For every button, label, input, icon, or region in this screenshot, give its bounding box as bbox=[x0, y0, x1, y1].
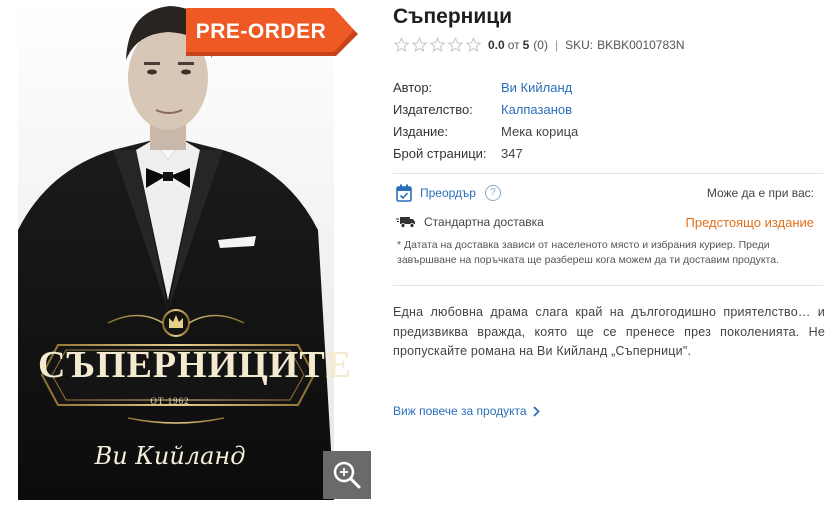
spec-row-publisher: Издателство: Калпазанов bbox=[393, 98, 578, 120]
star-icon[interactable] bbox=[411, 37, 428, 53]
sku-label: SKU: bbox=[565, 38, 594, 52]
product-title: Съперници bbox=[393, 5, 513, 28]
product-description: Една любовна драма слага край на дългого… bbox=[393, 305, 825, 358]
spec-value: Мека корица bbox=[501, 123, 579, 139]
see-more-link[interactable]: Виж повече за продукта bbox=[393, 404, 540, 418]
delivery-truck-icon bbox=[396, 217, 415, 228]
rating-value: 0.0 bbox=[488, 38, 505, 52]
rating-separator: | bbox=[554, 38, 559, 52]
publisher-link[interactable]: Калпазанов bbox=[501, 102, 572, 117]
help-icon[interactable]: ? bbox=[484, 185, 501, 201]
star-icon[interactable] bbox=[447, 37, 464, 53]
cover-subtitle-art: ОТ 1962 bbox=[150, 396, 190, 406]
spec-row-edition: Издание: Мека корица bbox=[393, 120, 578, 142]
chevron-right-icon bbox=[532, 405, 540, 417]
author-link[interactable]: Ви Кийланд bbox=[501, 80, 572, 95]
preorder-info: Преордър ? bbox=[396, 183, 501, 203]
spec-key: Издателство: bbox=[393, 101, 473, 117]
sku-value: BKBK0010783N bbox=[597, 38, 685, 52]
rating-of-text: от bbox=[507, 38, 520, 52]
see-more-label: Виж повече за продукта bbox=[393, 404, 527, 418]
star-icon[interactable] bbox=[465, 37, 482, 53]
rating-stars[interactable] bbox=[393, 37, 482, 53]
spec-value: 347 bbox=[501, 145, 523, 161]
delivery-label: Стандартна доставка bbox=[424, 215, 544, 229]
rating-count[interactable]: (0) bbox=[533, 38, 548, 52]
cover-title-art: СЪПЕРНИЦИТЕ bbox=[38, 344, 353, 386]
may-be-with-you-text: Може да е при вас: bbox=[706, 186, 814, 200]
rating-row: 0.0 от 5 (0) | SKU: BKBK0010783N bbox=[393, 37, 685, 53]
spec-row-pages: Брой страници: 347 bbox=[393, 142, 578, 164]
spec-key: Брой страници: bbox=[393, 145, 487, 161]
zoom-in-icon bbox=[333, 461, 361, 489]
book-cover-image[interactable] bbox=[18, 0, 334, 500]
spec-key: Автор: bbox=[393, 79, 433, 95]
preorder-link[interactable]: Преордър bbox=[420, 186, 476, 200]
spec-key: Издание: bbox=[393, 123, 449, 139]
rating-max: 5 bbox=[522, 38, 530, 52]
delivery-info: Стандартна доставка bbox=[396, 212, 544, 232]
availability-status: Предстоящо издание bbox=[685, 215, 815, 230]
star-icon[interactable] bbox=[393, 37, 410, 53]
spec-row-author: Автор: Ви Кийланд bbox=[393, 76, 578, 98]
delivery-note: * Датата на доставка зависи от населенот… bbox=[397, 239, 780, 266]
star-icon[interactable] bbox=[429, 37, 446, 53]
zoom-button[interactable] bbox=[323, 451, 371, 499]
divider bbox=[393, 173, 823, 174]
preorder-badge-label: PRE-ORDER bbox=[195, 20, 327, 43]
cover-author-art: Ви Кийланд bbox=[94, 442, 246, 470]
preorder-badge: PRE-ORDER bbox=[186, 8, 362, 56]
product-image-panel: СЪПЕРНИЦИТЕ ОТ 1962 Ви Кийланд PRE-ORDER bbox=[0, 0, 372, 512]
calendar-check-icon bbox=[396, 184, 412, 202]
divider bbox=[393, 285, 823, 286]
spec-table: Автор: Ви Кийланд Издателство: Калпазано… bbox=[393, 76, 578, 164]
